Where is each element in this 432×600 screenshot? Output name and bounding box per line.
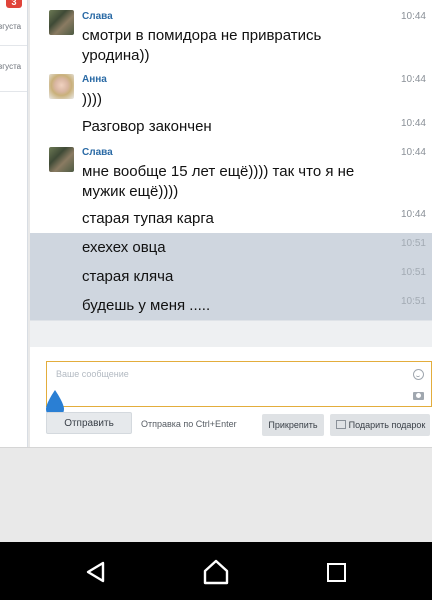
message-time: 10:44: [400, 118, 426, 129]
dialog-sidebar: 3 вгуста вгуста: [0, 0, 28, 447]
avatar[interactable]: [49, 10, 74, 35]
message-time: 10:44: [400, 11, 426, 22]
message-input[interactable]: Ваше сообщение: [46, 361, 432, 407]
send-hint: Отправка по Ctrl+Enter: [141, 419, 237, 429]
back-icon[interactable]: [84, 560, 108, 584]
dialog-list-item[interactable]: 3 вгуста: [0, 0, 27, 46]
message-text: будешь у меня .....: [82, 297, 211, 314]
android-nav-bar: [0, 542, 432, 600]
message-text: )))): [82, 91, 102, 108]
dialog-list-item[interactable]: вгуста: [0, 46, 27, 92]
message-text: смотри в помидора не привратись уродина)…: [82, 27, 322, 64]
home-icon[interactable]: [201, 557, 231, 587]
message[interactable]: 10:44 Разговор закончен: [30, 113, 432, 142]
camera-icon[interactable]: [413, 392, 424, 400]
message-divider: [30, 320, 432, 347]
message-selected[interactable]: 10:51 старая кляча: [30, 262, 432, 291]
message-text: Разговор закончен: [82, 118, 212, 135]
avatar[interactable]: [49, 74, 74, 99]
message-history[interactable]: Слава 10:44 смотри в помидора не приврат…: [30, 0, 432, 320]
message-text: старая кляча: [82, 268, 174, 285]
message-time: 10:51: [400, 296, 426, 307]
message-selected[interactable]: 10:51 ехехех овца: [30, 233, 432, 262]
message-selected[interactable]: 10:51 будешь у меня .....: [30, 291, 432, 320]
message[interactable]: 10:44 старая тупая карга: [30, 204, 432, 233]
smile-icon[interactable]: [413, 369, 424, 380]
recent-apps-icon[interactable]: [327, 563, 346, 582]
screen: 3 вгуста вгуста Слава 10:44 смотри в пом…: [0, 0, 432, 600]
message-text: мне вообще 15 лет ещё)))) так что я не м…: [82, 163, 355, 200]
unread-badge: 3: [6, 0, 22, 8]
dialog-date: вгуста: [0, 62, 22, 71]
message-time: 10:44: [400, 209, 426, 220]
message-text: старая тупая карга: [82, 210, 214, 227]
avatar[interactable]: [49, 147, 74, 172]
gift-icon: [336, 420, 346, 429]
message[interactable]: Анна 10:44 )))): [30, 68, 432, 113]
message-time: 10:44: [400, 147, 426, 158]
message[interactable]: Слава 10:44 мне вообще 15 лет ещё)))) та…: [30, 142, 432, 204]
message-author[interactable]: Анна: [82, 74, 107, 85]
message-time: 10:51: [400, 238, 426, 249]
page-background: [0, 447, 432, 542]
gift-button[interactable]: Подарить подарок: [330, 414, 430, 436]
chat-panel: Слава 10:44 смотри в помидора не приврат…: [30, 0, 432, 447]
message[interactable]: Слава 10:44 смотри в помидора не приврат…: [30, 0, 432, 68]
message-input-placeholder: Ваше сообщение: [56, 369, 129, 379]
message-author[interactable]: Слава: [82, 11, 113, 22]
message-time: 10:44: [400, 74, 426, 85]
send-button[interactable]: Отправить: [46, 412, 132, 434]
attach-button[interactable]: Прикрепить: [262, 414, 324, 436]
message-author[interactable]: Слава: [82, 147, 113, 158]
message-text: ехехех овца: [82, 239, 166, 256]
gift-button-label: Подарить подарок: [348, 420, 426, 430]
message-time: 10:51: [400, 267, 426, 278]
dialog-date: вгуста: [0, 22, 22, 31]
